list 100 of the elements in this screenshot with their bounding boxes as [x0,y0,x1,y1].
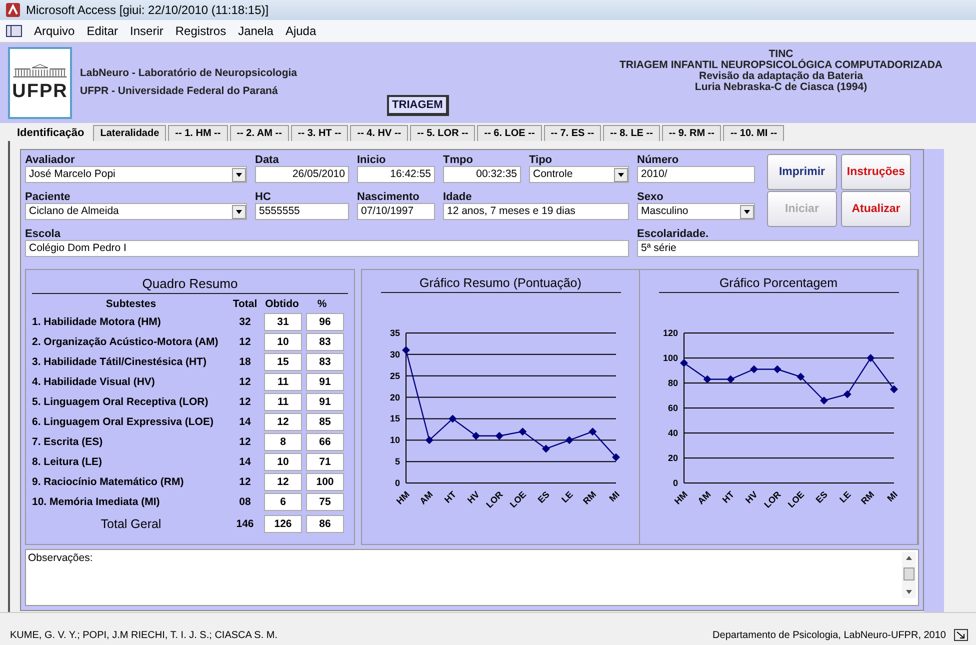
dropdown-field[interactable]: Ciclano de Almeida [25,203,247,220]
score-field: 6 [264,493,302,511]
category-label: AM [417,489,434,506]
subtest-name: 3. Habilidade Tátil/Cinestésica (HT) [32,356,208,368]
building-icon [12,63,68,79]
scrollbar[interactable] [902,552,916,598]
data-point [820,396,828,404]
tab[interactable]: -- 1. HM -- [168,125,228,141]
tab[interactable]: -- 2. AM -- [230,125,289,141]
table-cell-text: 12 [238,336,252,348]
input-field[interactable]: 00:32:35 [443,166,521,183]
form-icon[interactable] [6,25,22,37]
resize-icon[interactable] [954,629,968,641]
tick-label: 100 [662,353,678,363]
tab[interactable]: -- 3. HT -- [290,125,348,141]
field-label: Idade [443,191,473,203]
column-header: Total [232,298,258,310]
category-label: HM [672,489,689,506]
dropdown-field[interactable]: Controle [529,166,629,183]
subtest-name: 1. Habilidade Motora (HM) [32,316,162,328]
score-field: 85 [306,413,344,431]
menu-item[interactable]: Ajuda [285,24,316,38]
input-field[interactable]: Colégio Dom Pedro I [25,240,629,257]
category-label: LE [559,489,574,505]
table-cell-text: 14 [238,456,252,468]
score-field: 71 [306,453,344,471]
score-field: 11 [264,393,302,411]
lab-name: LabNeuro - Laboratório de Neuropsicologia [80,67,298,79]
tick-label: 80 [667,378,678,388]
input-field[interactable]: 5ª série [637,240,919,257]
tab[interactable]: -- 4. HV -- [350,125,408,141]
table-cell-text: 12 [238,436,252,448]
tick-label: 15 [389,414,400,424]
score-field: 8 [264,433,302,451]
data-point [702,375,711,384]
notes-field[interactable]: Observações: [25,549,919,606]
score-field: 86 [306,515,344,533]
category-label: LE [837,489,852,505]
score-field: 83 [306,333,344,351]
category-label: AM [695,489,712,506]
field-label: Avaliador [25,154,76,166]
tab[interactable]: -- 7. ES -- [544,125,602,141]
data-point [472,432,480,440]
header-title-line: Luria Nebraska-C de Ciasca (1994) [694,82,868,93]
input-field[interactable]: 5555555 [255,203,349,220]
data-point [842,390,851,398]
tab[interactable]: Lateralidade [93,125,166,141]
input-field[interactable]: 26/05/2010 [255,166,349,183]
data-point [680,359,688,367]
score-field: 75 [306,493,344,511]
field-label: Inicio [357,154,387,166]
subtest-name: 10. Memória Imediata (MI) [32,496,161,508]
tick-label: 40 [667,428,678,438]
header-title-line: TRIAGEM INFANTIL NEUROPSICOLÓGICA COMPUTADORIZADA [620,60,942,71]
table-cell-text: 08 [238,496,252,508]
action-button[interactable]: Imprimir [767,154,837,190]
field-label: Sexo [637,191,664,203]
table-cell-text: 32 [238,316,252,328]
category-label: MI [884,489,899,504]
data-point [518,428,526,436]
dropdown-field[interactable]: José Marcelo Popi [25,166,247,183]
data-point [750,365,758,374]
category-label: MI [606,489,621,504]
university-name: UFPR - Universidade Federal do Paraná [80,85,279,97]
data-point [612,453,620,462]
action-button[interactable]: Atualizar [841,191,911,227]
menu-item[interactable]: Janela [238,24,274,38]
menu-item[interactable]: Inserir [130,24,164,38]
field-label: Paciente [25,191,72,203]
subtest-name: 9. Raciocínio Matemático (RM) [32,476,185,488]
score-field: 96 [306,313,344,331]
logo-text: UFPR [12,81,68,103]
category-label: HV [465,489,481,506]
tick-label: 25 [389,370,400,381]
menu-item[interactable]: Editar [86,24,118,38]
menu-item[interactable]: Registros [175,24,226,38]
input-field[interactable]: 07/10/1997 [357,203,435,220]
tick-label: 10 [389,435,400,446]
input-field[interactable]: 2010/ [637,166,755,183]
input-field[interactable]: 16:42:55 [357,166,435,183]
tab[interactable]: -- 8. LE -- [603,125,660,141]
action-button[interactable]: Instruções [841,154,911,190]
score-field: 12 [264,413,302,431]
input-field[interactable]: 12 anos, 7 meses e 19 dias [443,203,629,220]
score-field: 15 [264,353,302,371]
tab[interactable]: -- 10. MI -- [723,125,784,141]
tab[interactable]: -- 9. RM -- [662,125,722,141]
dropdown-field[interactable]: Masculino [637,203,755,220]
score-field: 91 [306,373,344,391]
field-label: Tmpo [443,154,474,166]
category-label: RM [858,489,876,506]
score-field: 126 [264,515,302,533]
tab[interactable]: -- 5. LOR -- [410,125,476,141]
tab[interactable]: -- 6. LOE -- [477,125,542,141]
category-label: HT [442,489,458,505]
subtest-name: 8. Leitura (LE) [32,456,104,468]
data-point [494,432,503,440]
total-label: Total Geral [100,517,162,531]
menu-item[interactable]: Arquivo [34,24,75,38]
window-title: Microsoft Access [giui: 22/10/2010 (11:18:15)] [26,3,269,17]
